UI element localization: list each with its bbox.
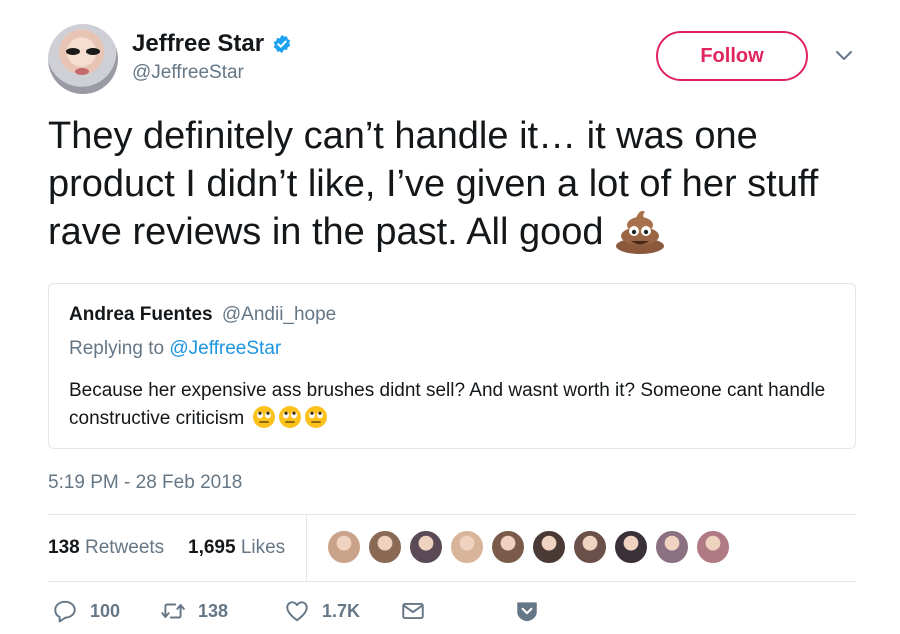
retweet-count: 138 — [198, 600, 229, 621]
avatar-lips — [75, 68, 89, 75]
replying-to-label: Replying to — [69, 338, 165, 359]
heart-icon — [286, 601, 308, 622]
retweet-button[interactable]: 138 — [160, 598, 228, 624]
rolling-eyes-emoji-icon — [252, 406, 275, 428]
liker-avatars — [326, 529, 736, 565]
tweet-actions: 100 138 1.7K — [48, 596, 856, 630]
shield-chevron-icon — [517, 602, 537, 622]
liker-avatar[interactable] — [654, 529, 690, 565]
quoted-text-body: Because her expensive ass brushes didnt … — [69, 380, 826, 429]
likes-label: Likes — [240, 537, 286, 558]
avatar-eye — [86, 48, 100, 55]
author-name-row: Jeffree Star — [132, 30, 292, 58]
quoted-author-name[interactable]: Andrea Fuentes — [69, 304, 213, 325]
bookmark-button[interactable] — [514, 598, 552, 624]
envelope-icon — [402, 602, 424, 620]
direct-message-button[interactable] — [400, 598, 438, 624]
liker-avatar[interactable] — [531, 529, 567, 565]
author-avatar[interactable] — [48, 24, 118, 94]
liker-avatar[interactable] — [490, 529, 526, 565]
rolling-eyes-emoji-icon — [304, 406, 327, 428]
quoted-tweet[interactable]: Andrea Fuentes @Andii_hope Replying to @… — [48, 283, 856, 449]
follow-button[interactable]: Follow — [656, 31, 808, 81]
liker-avatar[interactable] — [367, 529, 403, 565]
retweets-count: 138 — [48, 537, 80, 558]
tweet-timestamp[interactable]: 5:19 PM - 28 Feb 2018 — [48, 472, 242, 494]
liker-avatar[interactable] — [695, 529, 731, 565]
reply-button[interactable]: 100 — [52, 598, 120, 624]
replying-to-line: Replying to @JeffreeStar — [69, 338, 281, 360]
chevron-down-icon[interactable] — [834, 48, 854, 62]
like-button[interactable]: 1.7K — [284, 598, 360, 624]
tweet-text: They definitely can’t handle it… it was … — [48, 112, 848, 258]
reply-count: 100 — [90, 600, 121, 621]
tweet-text-body: They definitely can’t handle it… it was … — [48, 115, 819, 253]
likes-count: 1,695 — [188, 537, 236, 558]
pile-of-poo-emoji-icon — [615, 210, 664, 254]
retweet-icon — [161, 603, 185, 619]
reply-icon — [54, 600, 76, 623]
rolling-eyes-emoji-icon — [278, 406, 301, 428]
liker-avatar[interactable] — [449, 529, 485, 565]
author-name[interactable]: Jeffree Star — [132, 30, 264, 58]
author-handle[interactable]: @JeffreeStar — [132, 62, 244, 84]
quoted-author-handle[interactable]: @Andii_hope — [222, 304, 336, 325]
liker-avatar[interactable] — [613, 529, 649, 565]
liker-avatar[interactable] — [326, 529, 362, 565]
replying-to-mention[interactable]: @JeffreeStar — [169, 338, 281, 359]
quoted-header: Andrea Fuentes @Andii_hope — [69, 304, 336, 326]
stats-separator — [306, 515, 307, 581]
verified-badge-icon — [273, 34, 291, 54]
divider — [48, 581, 856, 582]
quoted-text: Because her expensive ass brushes didnt … — [69, 377, 839, 433]
tweet-stats: 138 Retweets 1,695 Likes — [48, 515, 856, 581]
liker-avatar[interactable] — [572, 529, 608, 565]
retweets-stat[interactable]: 138 Retweets — [48, 537, 164, 559]
like-count: 1.7K — [322, 600, 361, 621]
avatar-eye — [66, 48, 80, 55]
retweets-label: Retweets — [84, 537, 165, 558]
tweet-header: Jeffree Star @JeffreeStar Follow — [48, 22, 868, 94]
likes-stat[interactable]: 1,695 Likes — [188, 537, 285, 559]
liker-avatar[interactable] — [408, 529, 444, 565]
